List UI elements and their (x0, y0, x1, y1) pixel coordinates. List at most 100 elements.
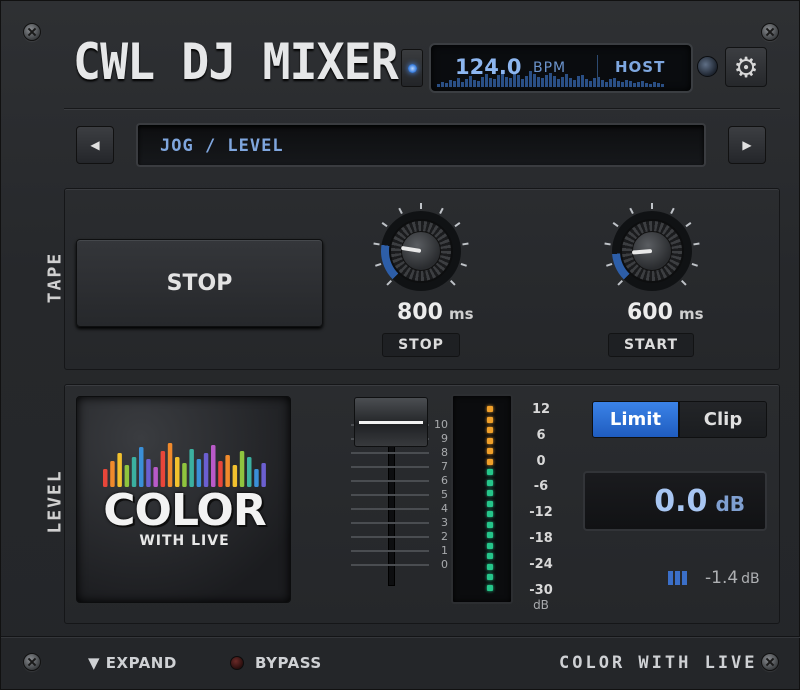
preset-selector[interactable]: JOG / LEVEL (136, 123, 706, 167)
sync-mode-label[interactable]: HOST (615, 58, 665, 76)
bpm-unit: BPM (533, 60, 567, 76)
meter-segment (487, 574, 493, 580)
app-title: CWL DJ MIXER (73, 33, 399, 91)
bpm-value: 124.0 (455, 55, 522, 79)
meter-segment (487, 427, 493, 433)
tape-stop-button[interactable]: STOP (76, 239, 323, 327)
fader-scale-label: 2 (441, 530, 448, 543)
meter-segment (487, 469, 493, 475)
gear-icon: ⚙ (733, 50, 759, 84)
meter-segment (487, 553, 493, 559)
logo-bar (175, 457, 180, 487)
output-gain-display[interactable]: 0.0 dB (583, 471, 767, 531)
fader-tick (351, 466, 429, 468)
knob-tick (604, 242, 611, 246)
fader-tick (351, 508, 429, 510)
bpm-sync-button[interactable] (401, 49, 423, 87)
fader-scale-label: 1 (441, 544, 448, 557)
bpm-display: 124.0 BPM HOST (429, 43, 693, 93)
meter-segment (487, 511, 493, 517)
logo-bar (139, 447, 144, 487)
stop-time-unit: ms (448, 305, 474, 323)
logo-bar (225, 455, 230, 487)
fader-tick (351, 564, 429, 566)
bypass-button[interactable]: BYPASS (255, 654, 322, 672)
meter-scale-label: -6 (533, 479, 549, 495)
expand-button[interactable]: ▼ EXPAND (88, 654, 177, 672)
triangle-right-icon: ▶ (742, 138, 752, 152)
output-gain-unit: dB (715, 492, 745, 516)
led-indicator-icon (408, 64, 417, 73)
logo-bar (196, 459, 202, 487)
knob-cap (401, 231, 441, 271)
knob-tick (680, 279, 687, 286)
knob-tick (617, 279, 624, 286)
stop-time-value: 800 (397, 300, 443, 325)
meter-segment (487, 448, 493, 454)
clip-mode-button[interactable]: Clip (679, 401, 767, 438)
meter-scale-label: -18 (529, 531, 553, 546)
logo-bar (203, 453, 209, 487)
fader-tick (351, 480, 429, 482)
fader-scale-label: 10 (434, 418, 448, 431)
gain-reduction-unit: dB (741, 571, 760, 587)
knob-tick (454, 221, 461, 228)
limit-mode-button[interactable]: Limit (592, 401, 679, 438)
meter-scale-label: -12 (529, 505, 553, 521)
logo-text: COLOR (103, 485, 266, 536)
brand-logo: COLOR WITH LIVE (76, 396, 291, 603)
logo-bar (117, 453, 122, 487)
meter-segment (487, 584, 493, 591)
logo-bar (211, 445, 216, 487)
bypass-led-icon[interactable] (230, 656, 244, 670)
tempo-knob[interactable] (697, 56, 718, 77)
knob-tick (612, 221, 619, 228)
knob-tick (375, 263, 382, 267)
logo-bar (261, 463, 266, 487)
knob-tick (693, 242, 700, 246)
fader-tick (351, 494, 429, 496)
footer-divider (1, 636, 800, 638)
start-time-knob[interactable] (604, 203, 700, 299)
level-section-label: LEVEL (44, 469, 66, 534)
preset-name: JOG / LEVEL (160, 136, 284, 156)
meter-scale-label: -30 (529, 582, 553, 598)
knob-tick (685, 221, 692, 228)
fader-scale-label: 4 (441, 502, 448, 515)
next-preset-button[interactable]: ▶ (728, 126, 766, 164)
meter-unit: dB (533, 598, 549, 612)
logo-bar (182, 463, 187, 487)
fader-handle[interactable] (354, 397, 428, 447)
meter-segment (487, 437, 493, 444)
knob-tick (651, 203, 653, 209)
knob-tick (460, 263, 467, 267)
fader-scale-label: 0 (441, 558, 448, 571)
knob-tick (670, 207, 675, 215)
stop-time-label: STOP (382, 333, 460, 357)
divider (64, 108, 780, 110)
meter-segment (487, 406, 493, 412)
logo-bar (110, 461, 115, 487)
knob-tick (439, 207, 444, 215)
meter-segment (487, 542, 493, 549)
settings-button[interactable]: ⚙ (725, 47, 767, 87)
prev-preset-button[interactable]: ◀ (76, 126, 114, 164)
fader-tick (351, 522, 429, 524)
logo-bars-icon (103, 443, 266, 487)
meter-scale-label: -24 (529, 556, 553, 572)
meter-segment (487, 521, 493, 528)
knob-tick (606, 263, 613, 267)
fader-scale-label: 6 (441, 474, 448, 487)
screw-icon (23, 23, 41, 41)
logo-bar (239, 451, 245, 487)
fader-scale-label: 5 (441, 488, 448, 501)
start-time-value: 600 (627, 300, 673, 325)
gain-reduction-readout: -1.4 dB (705, 568, 760, 588)
start-time-label: START (608, 333, 694, 357)
stop-time-knob[interactable] (373, 203, 469, 299)
fader-tick (351, 550, 429, 552)
meter-segment (487, 532, 493, 538)
plugin-window: CWL DJ MIXER 124.0 BPM HOST ⚙ ◀ JOG / LE… (0, 0, 800, 690)
knob-tick (398, 207, 403, 215)
stop-time-readout: 800 ms (397, 300, 474, 325)
